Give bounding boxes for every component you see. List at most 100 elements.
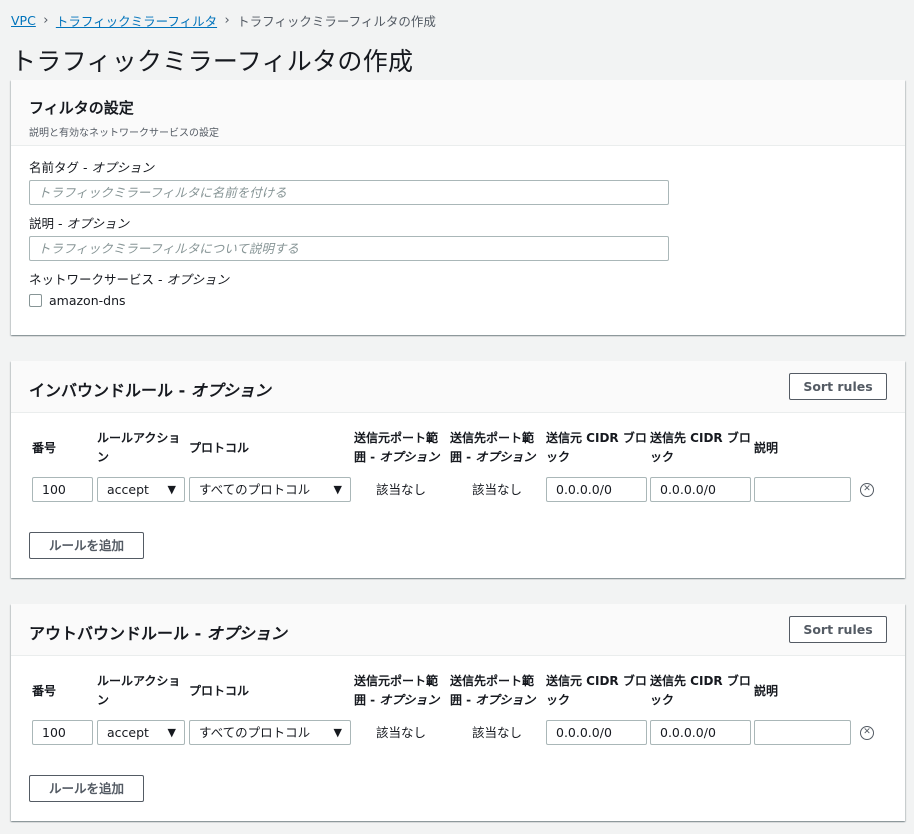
inbound-header-dst-port-line2: 囲 - オプション (450, 448, 535, 467)
inbound-header-src-cidr: 送信元 CIDR ブロ ック (546, 429, 647, 467)
outbound-header-src-port-line2: 囲 - オプション (354, 691, 439, 710)
outbound-rules-panel: アウトバウンドルール - オプション Sort rules 番号 ルールアクショ… (11, 604, 905, 821)
description-label: 説明 - オプション (29, 213, 129, 232)
outbound-header-src-cidr-line1: 送信元 CIDR ブロ (546, 674, 647, 688)
outbound-header-src-port-text: 囲 - (354, 693, 380, 707)
outbound-title-optional: オプション (206, 624, 287, 643)
outbound-header-action-line2: ン (97, 693, 110, 707)
outbound-header-dst-port-opt: オプション (475, 693, 536, 707)
outbound-title-text: アウトバウンドルール - (29, 624, 207, 643)
name-tag-input[interactable] (29, 180, 669, 205)
outbound-header-src-port: 送信元ポート範囲 - オプション (354, 672, 439, 710)
inbound-sort-rules-button[interactable]: Sort rules (789, 373, 887, 400)
inbound-rule-protocol-select[interactable]: すべてのプロトコル ▼ (189, 477, 351, 502)
chevron-right-icon: › (224, 12, 230, 28)
amazon-dns-checkbox[interactable] (29, 294, 42, 307)
outbound-rule-src-cidr-input[interactable]: 0.0.0.0/0 (546, 720, 647, 745)
description-input[interactable] (29, 236, 669, 261)
chevron-right-icon: › (43, 12, 49, 28)
inbound-rule-action-select[interactable]: accept ▼ (97, 477, 185, 502)
inbound-header-dst-port-line1: 送信先ポート範 (450, 431, 535, 445)
outbound-header-action-line1: ルールアクショ (97, 674, 181, 688)
caret-down-icon: ▼ (167, 483, 176, 496)
inbound-rule-protocol-value: すべてのプロトコル (199, 482, 311, 497)
caret-down-icon: ▼ (333, 726, 342, 739)
inbound-rule-dst-port: 該当なし (472, 482, 523, 497)
outbound-header-dst-port-line2: 囲 - オプション (450, 691, 535, 710)
outbound-header-src-port-line1: 送信元ポート範 (354, 674, 439, 688)
description-optional-text: オプション (66, 216, 129, 231)
outbound-sort-rules-button[interactable]: Sort rules (789, 616, 887, 643)
inbound-header-dst-cidr-line2: ック (650, 450, 675, 464)
inbound-rule-number-input[interactable]: 100 (32, 477, 93, 502)
inbound-rules-header: インバウンドルール - オプション Sort rules (11, 361, 905, 413)
circle-x-icon[interactable]: ✕ (860, 483, 874, 497)
outbound-header-action: ルールアクション (97, 672, 180, 710)
inbound-rule-src-cidr-input[interactable]: 0.0.0.0/0 (546, 477, 647, 502)
inbound-header-src-port-line1: 送信元ポート範 (354, 431, 439, 445)
inbound-header-action: ルールアクション (97, 429, 180, 467)
outbound-rule-protocol-select[interactable]: すべてのプロトコル ▼ (189, 720, 351, 745)
inbound-header-src-port-opt: オプション (379, 450, 440, 464)
outbound-rule-dst-cidr-input[interactable]: 0.0.0.0/0 (650, 720, 751, 745)
caret-down-icon: ▼ (333, 483, 342, 496)
inbound-header-dst-cidr: 送信先 CIDR ブロ ック (650, 429, 751, 467)
inbound-rule-action-value: accept (107, 482, 149, 497)
outbound-rule-description-input[interactable] (754, 720, 851, 745)
inbound-rules-panel: インバウンドルール - オプション Sort rules 番号 ルールアクション… (11, 361, 905, 578)
page-title: トラフィックミラーフィルタの作成 (11, 47, 414, 76)
outbound-rule-number-input[interactable]: 100 (32, 720, 93, 745)
inbound-rule-description-input[interactable] (754, 477, 851, 502)
outbound-header-dst-cidr-line1: 送信先 CIDR ブロ (650, 674, 751, 688)
outbound-rule-dst-port: 該当なし (472, 725, 523, 740)
inbound-title-text: インバウンドルール - (29, 381, 191, 400)
amazon-dns-option[interactable]: amazon-dns (29, 293, 126, 308)
filter-settings-header: フィルタの設定 説明と有効なネットワークサービスの設定 (11, 80, 905, 146)
breadcrumb-traffic-mirror-filters-link[interactable]: トラフィックミラーフィルタ (56, 11, 217, 30)
outbound-rule-action-select[interactable]: accept ▼ (97, 720, 185, 745)
outbound-rules-title: アウトバウンドルール - オプション (29, 620, 287, 644)
outbound-rule-protocol-value: すべてのプロトコル (199, 725, 311, 740)
inbound-rule-dst-cidr-input[interactable]: 0.0.0.0/0 (650, 477, 751, 502)
breadcrumb-current: トラフィックミラーフィルタの作成 (237, 13, 436, 29)
breadcrumb: VPC › トラフィックミラーフィルタ › トラフィックミラーフィルタの作成 (11, 11, 436, 29)
inbound-header-protocol: プロトコル (189, 441, 250, 455)
outbound-rules-header: アウトバウンドルール - オプション Sort rules (11, 604, 905, 656)
caret-down-icon: ▼ (167, 726, 176, 739)
outbound-header-dst-port-line1: 送信先ポート範 (450, 674, 535, 688)
inbound-title-optional: オプション (190, 381, 271, 400)
inbound-header-action-line1: ルールアクショ (97, 431, 181, 445)
name-tag-optional-text: オプション (91, 160, 154, 175)
name-tag-label-text: 名前タグ - (29, 160, 92, 175)
inbound-rule-src-port: 該当なし (376, 482, 427, 497)
circle-x-icon[interactable]: ✕ (860, 726, 874, 740)
outbound-header-dst-port-text: 囲 - (450, 693, 476, 707)
inbound-header-src-port-line2: 囲 - オプション (354, 448, 439, 467)
outbound-add-rule-button[interactable]: ルールを追加 (29, 775, 144, 802)
outbound-header-src-port-opt: オプション (379, 693, 440, 707)
inbound-header-src-port: 送信元ポート範囲 - オプション (354, 429, 439, 467)
amazon-dns-label: amazon-dns (49, 293, 126, 308)
inbound-header-src-port-text: 囲 - (354, 450, 380, 464)
inbound-header-src-cidr-line2: ック (546, 450, 571, 464)
outbound-header-dst-cidr-line2: ック (650, 693, 675, 707)
outbound-header-number: 番号 (32, 684, 57, 698)
outbound-header-dst-port: 送信先ポート範囲 - オプション (450, 672, 535, 710)
outbound-header-src-cidr: 送信元 CIDR ブロ ック (546, 672, 647, 710)
inbound-header-action-line2: ン (97, 450, 110, 464)
inbound-header-description: 説明 (754, 441, 779, 455)
inbound-header-dst-port: 送信先ポート範囲 - オプション (450, 429, 535, 467)
outbound-header-protocol: プロトコル (189, 684, 250, 698)
filter-settings-panel: フィルタの設定 説明と有効なネットワークサービスの設定 名前タグ - オプション… (11, 80, 905, 335)
outbound-header-dst-cidr: 送信先 CIDR ブロ ック (650, 672, 751, 710)
breadcrumb-vpc-link[interactable]: VPC (11, 13, 36, 28)
inbound-add-rule-button[interactable]: ルールを追加 (29, 532, 144, 559)
inbound-header-dst-port-text: 囲 - (450, 450, 476, 464)
network-services-label-text: ネットワークサービス - (29, 272, 167, 287)
filter-settings-title: フィルタの設定 (29, 99, 134, 117)
inbound-header-dst-cidr-line1: 送信先 CIDR ブロ (650, 431, 751, 445)
filter-settings-description: 説明と有効なネットワークサービスの設定 (29, 128, 219, 139)
outbound-rule-action-value: accept (107, 725, 149, 740)
inbound-rules-title: インバウンドルール - オプション (29, 377, 271, 401)
outbound-rule-src-port: 該当なし (376, 725, 427, 740)
